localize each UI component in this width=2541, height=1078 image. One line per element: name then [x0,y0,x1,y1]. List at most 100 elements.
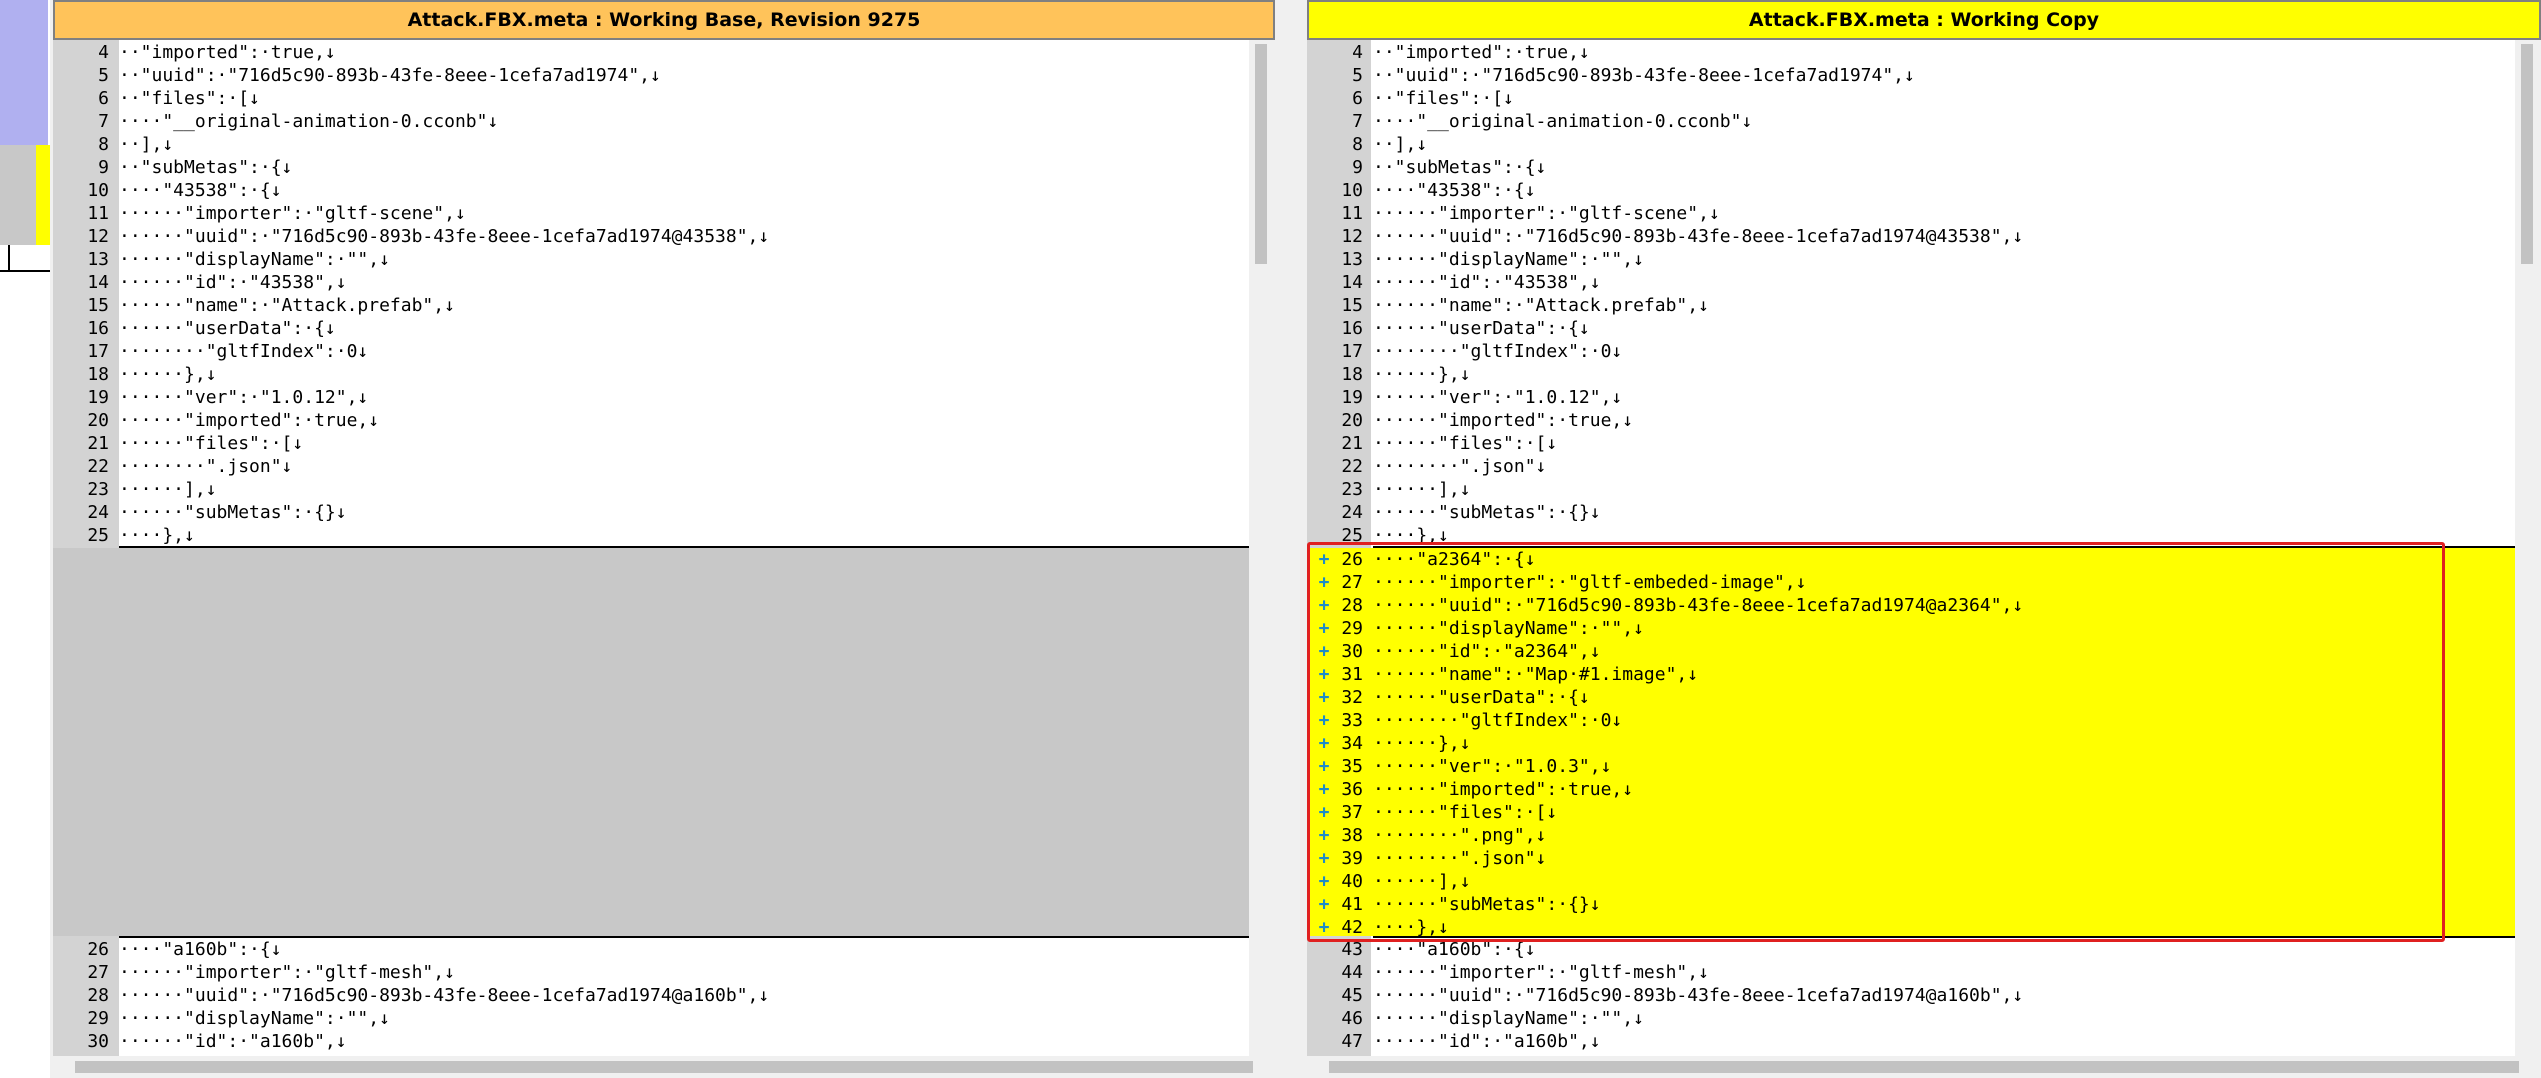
code-line[interactable]: 25 ····},↓ [53,524,1275,547]
right-vertical-scroll-thumb[interactable] [2521,44,2533,264]
code-line[interactable]: 17 ········"gltfIndex":·0↓ [53,340,1275,363]
code-line[interactable]: 16 ······"userData":·{↓ [1307,317,2541,340]
code-line[interactable]: 26 ····"a160b":·{↓ [53,938,1275,961]
line-text: ······"imported":·true,↓ [119,410,380,431]
left-horizontal-scrollbar[interactable] [53,1056,1275,1078]
code-line[interactable]: 24 ······"subMetas":·{}↓ [53,501,1275,524]
line-number: 21 [87,433,109,454]
line-number: 24 [87,502,109,523]
code-line[interactable]: 14 ······"id":·"43538",↓ [1307,271,2541,294]
line-text: ······"displayName":·"",↓ [1373,249,1644,270]
line-number: 10 [1341,180,1363,201]
diff-location-bar[interactable] [0,0,50,1078]
line-number: 14 [87,272,109,293]
code-line[interactable]: 23 ······],↓ [1307,478,2541,501]
code-line[interactable]: 11 ······"importer":·"gltf-scene",↓ [1307,202,2541,225]
code-line[interactable]: 22 ········".json"↓ [53,455,1275,478]
code-line[interactable]: 21 ······"files":·[↓ [53,432,1275,455]
code-line[interactable]: 14 ······"id":·"43538",↓ [53,271,1275,294]
code-line[interactable]: 8 ··],↓ [1307,133,2541,156]
line-number: 47 [1341,1031,1363,1052]
code-line[interactable]: 15 ······"name":·"Attack.prefab",↓ [53,294,1275,317]
added-block-annotation-box [1307,542,2445,942]
code-line[interactable]: 27 ······"importer":·"gltf-mesh",↓ [53,961,1275,984]
code-line[interactable]: 9 ··"subMetas":·{↓ [1307,156,2541,179]
code-line[interactable]: 46 ······"displayName":·"",↓ [1307,1007,2541,1030]
line-text: ······"displayName":·"",↓ [1373,1008,1644,1029]
code-line[interactable]: 18 ······},↓ [1307,363,2541,386]
code-line[interactable]: 18 ······},↓ [53,363,1275,386]
code-line[interactable]: 7 ····"__original-animation-0.cconb"↓ [1307,110,2541,133]
left-diff-pane[interactable]: Attack.FBX.meta : Working Base, Revision… [53,0,1275,1078]
line-text: ······"uuid":·"716d5c90-893b-43fe-8eee-1… [119,985,770,1006]
line-text: ····"43538":·{↓ [119,180,282,201]
right-pane-title: Attack.FBX.meta : Working Copy [1307,0,2541,40]
code-line[interactable]: 19 ······"ver":·"1.0.12",↓ [1307,386,2541,409]
code-line[interactable]: 12 ······"uuid":·"716d5c90-893b-43fe-8eee… [1307,225,2541,248]
code-line[interactable]: 19 ······"ver":·"1.0.12",↓ [53,386,1275,409]
code-line[interactable]: 47 ······"id":·"a160b",↓ [1307,1030,2541,1053]
left-vertical-scroll-thumb[interactable] [1255,44,1267,264]
line-number: 25 [87,525,109,546]
line-text: ······"userData":·{↓ [1373,318,1590,339]
code-line[interactable]: 20 ······"imported":·true,↓ [53,409,1275,432]
code-line[interactable]: 23 ······],↓ [53,478,1275,501]
code-line[interactable]: 11 ······"importer":·"gltf-scene",↓ [53,202,1275,225]
line-text: ······"id":·"43538",↓ [119,272,347,293]
code-line[interactable]: 6 ··"files":·[↓ [53,87,1275,110]
right-diff-pane[interactable]: Attack.FBX.meta : Working Copy 4 ··"impor… [1307,0,2541,1078]
code-line[interactable]: 29 ······"displayName":·"",↓ [53,1007,1275,1030]
left-horizontal-scroll-thumb[interactable] [75,1061,1253,1073]
code-line[interactable]: 12 ······"uuid":·"716d5c90-893b-43fe-8eee… [53,225,1275,248]
line-number: 19 [1341,387,1363,408]
code-line[interactable]: 16 ······"userData":·{↓ [53,317,1275,340]
line-text: ······"importer":·"gltf-scene",↓ [119,203,466,224]
right-horizontal-scrollbar[interactable] [1307,1056,2541,1078]
code-line[interactable]: 30 ······"id":·"a160b",↓ [53,1030,1275,1053]
line-text: ······"uuid":·"716d5c90-893b-43fe-8eee-1… [119,226,770,247]
code-line[interactable]: 24 ······"subMetas":·{}↓ [1307,501,2541,524]
code-line[interactable]: 8 ··],↓ [53,133,1275,156]
code-line[interactable]: 6 ··"files":·[↓ [1307,87,2541,110]
right-horizontal-scroll-thumb[interactable] [1329,1061,2519,1073]
line-text: ······"uuid":·"716d5c90-893b-43fe-8eee-1… [1373,226,2024,247]
left-vertical-scrollbar[interactable] [1249,40,1275,1056]
code-line[interactable]: 10 ····"43538":·{↓ [53,179,1275,202]
code-line[interactable]: 22 ········".json"↓ [1307,455,2541,478]
code-line[interactable]: 44 ······"importer":·"gltf-mesh",↓ [1307,961,2541,984]
line-number: 13 [1341,249,1363,270]
code-line[interactable]: 21 ······"files":·[↓ [1307,432,2541,455]
code-line[interactable]: 5 ··"uuid":·"716d5c90-893b-43fe-8eee-1cef… [1307,64,2541,87]
line-number: 22 [87,456,109,477]
code-line[interactable]: 7 ····"__original-animation-0.cconb"↓ [53,110,1275,133]
right-vertical-scrollbar[interactable] [2515,40,2541,1056]
line-number: 5 [1352,65,1363,86]
code-line[interactable]: 17 ········"gltfIndex":·0↓ [1307,340,2541,363]
line-text: ··"uuid":·"716d5c90-893b-43fe-8eee-1cefa… [1373,65,1915,86]
line-number: 20 [1341,410,1363,431]
code-line[interactable]: 28 ······"uuid":·"716d5c90-893b-43fe-8eee… [53,984,1275,1007]
code-line[interactable]: 45 ······"uuid":·"716d5c90-893b-43fe-8eee… [1307,984,2541,1007]
code-line[interactable]: 10 ····"43538":·{↓ [1307,179,2541,202]
code-line[interactable]: 4 ··"imported":·true,↓ [1307,41,2541,64]
line-text: ······"id":·"a160b",↓ [1373,1031,1601,1052]
line-text: ········".json"↓ [1373,456,1547,477]
code-line[interactable]: 4 ··"imported":·true,↓ [53,41,1275,64]
line-text: ····"a160b":·{↓ [119,939,282,960]
line-text: ········"gltfIndex":·0↓ [1373,341,1623,362]
code-line[interactable]: 13 ······"displayName":·"",↓ [53,248,1275,271]
pane-splitter[interactable] [1275,0,1307,1078]
line-number: 10 [87,180,109,201]
code-line[interactable]: 13 ······"displayName":·"",↓ [1307,248,2541,271]
line-text: ······"name":·"Attack.prefab",↓ [1373,295,1709,316]
line-number: 28 [87,985,109,1006]
line-number: 4 [1352,42,1363,63]
code-line[interactable]: 5 ··"uuid":·"716d5c90-893b-43fe-8eee-1cef… [53,64,1275,87]
line-text: ··],↓ [119,134,174,155]
code-line[interactable]: 20 ······"imported":·true,↓ [1307,409,2541,432]
line-number: 18 [1341,364,1363,385]
code-line[interactable]: 9 ··"subMetas":·{↓ [53,156,1275,179]
line-text: ······"importer":·"gltf-mesh",↓ [1373,962,1709,983]
code-line[interactable]: 15 ······"name":·"Attack.prefab",↓ [1307,294,2541,317]
line-text: ····"__original-animation-0.cconb"↓ [1373,111,1753,132]
